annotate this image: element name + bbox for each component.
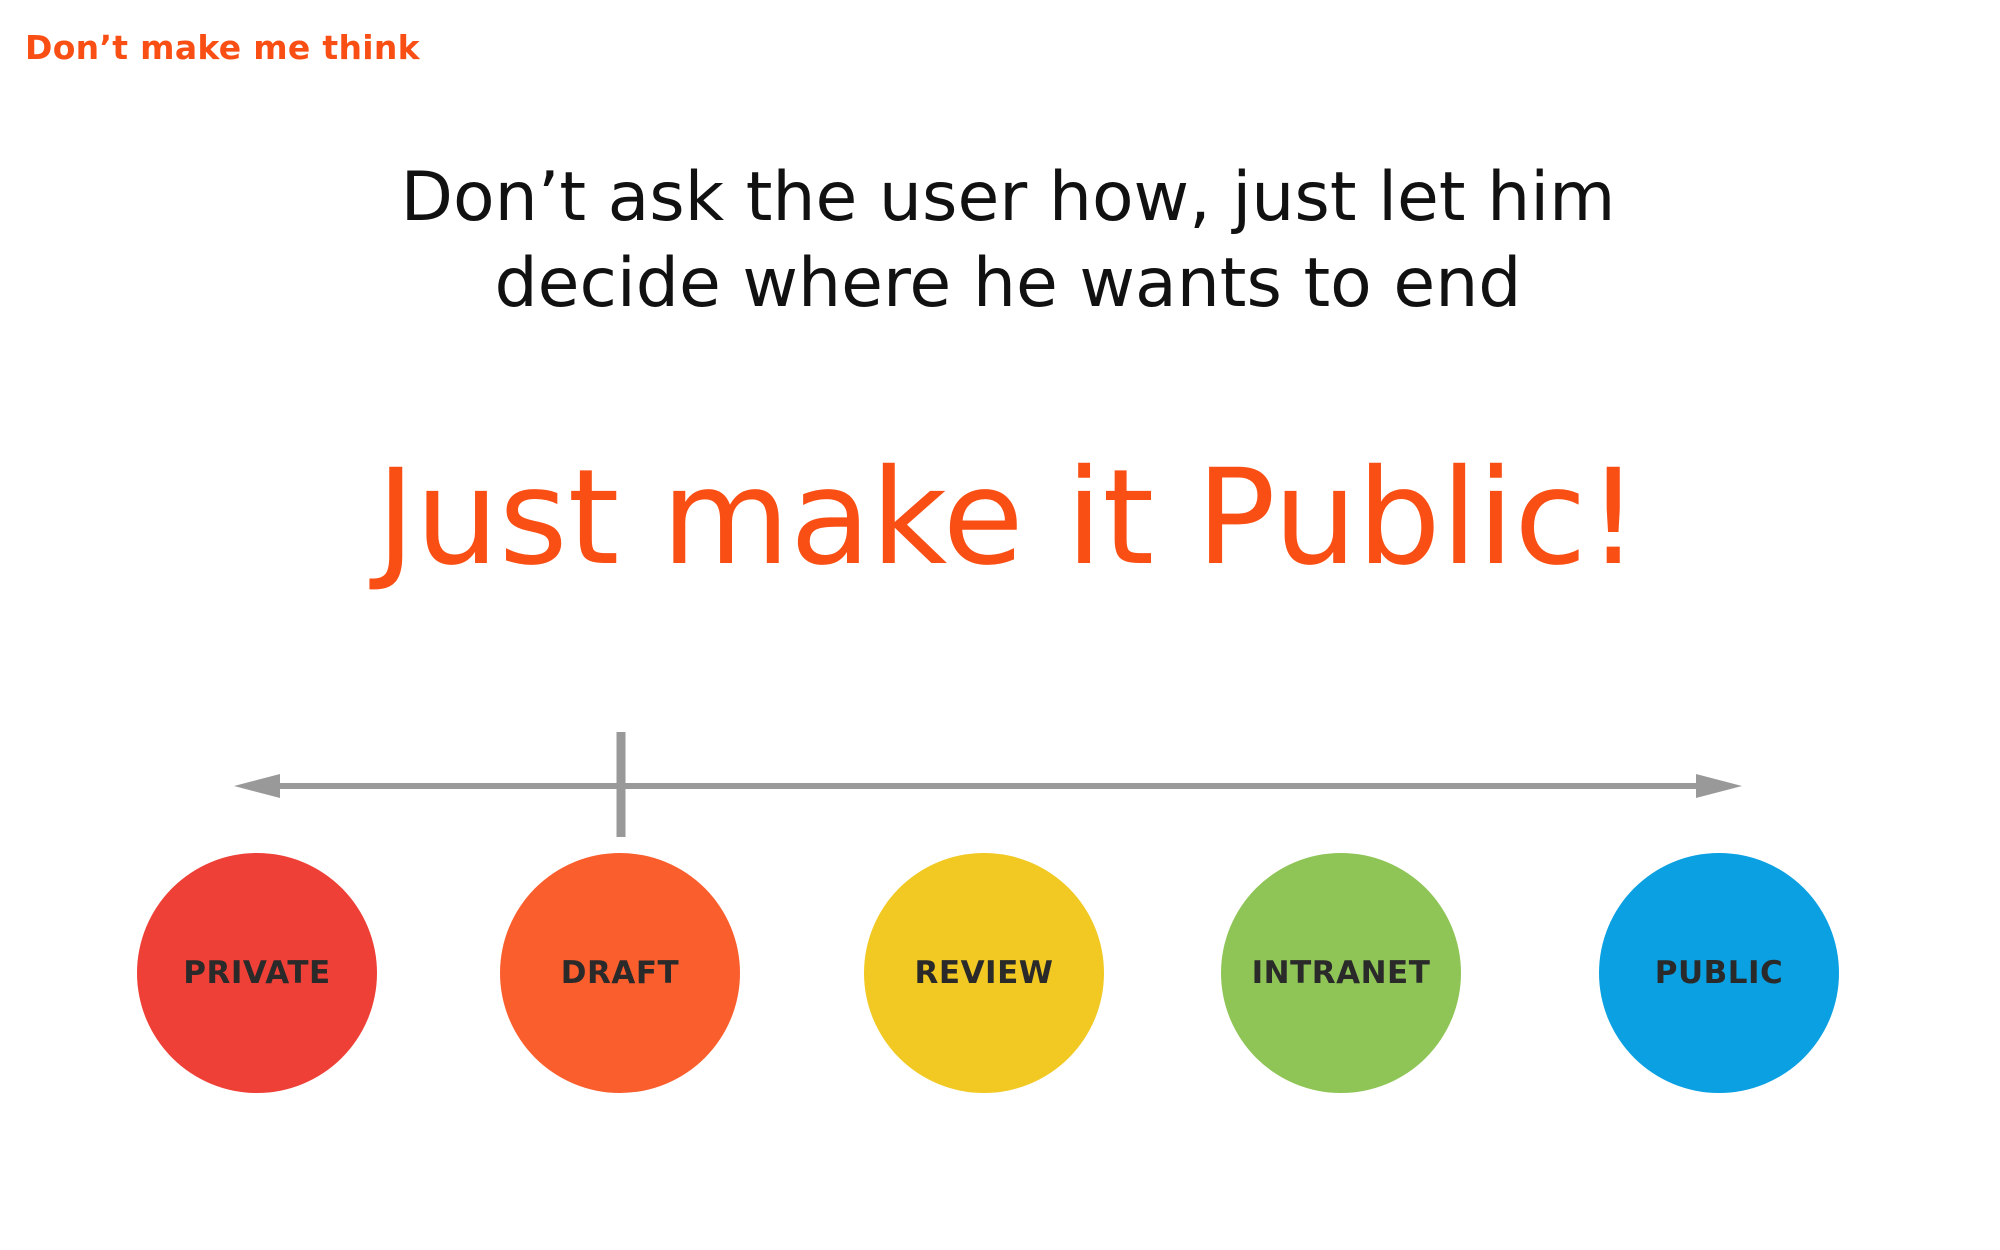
stage-label: DRAFT	[560, 955, 680, 991]
stage-label: PRIVATE	[183, 955, 331, 991]
stage-intranet: INTRANET	[1221, 853, 1461, 1093]
slide: Don’t make me think Don’t ask the user h…	[0, 0, 2000, 1250]
arrow-right-head	[1696, 774, 1742, 798]
stage-label: REVIEW	[914, 955, 1054, 991]
stage-review: REVIEW	[864, 853, 1104, 1093]
stage-private: PRIVATE	[137, 853, 377, 1093]
stage-label: INTRANET	[1251, 955, 1431, 991]
stage-draft: DRAFT	[500, 853, 740, 1093]
stage-label: PUBLIC	[1654, 955, 1784, 991]
arrow-left-head	[234, 774, 280, 798]
stage-public: PUBLIC	[1599, 853, 1839, 1093]
